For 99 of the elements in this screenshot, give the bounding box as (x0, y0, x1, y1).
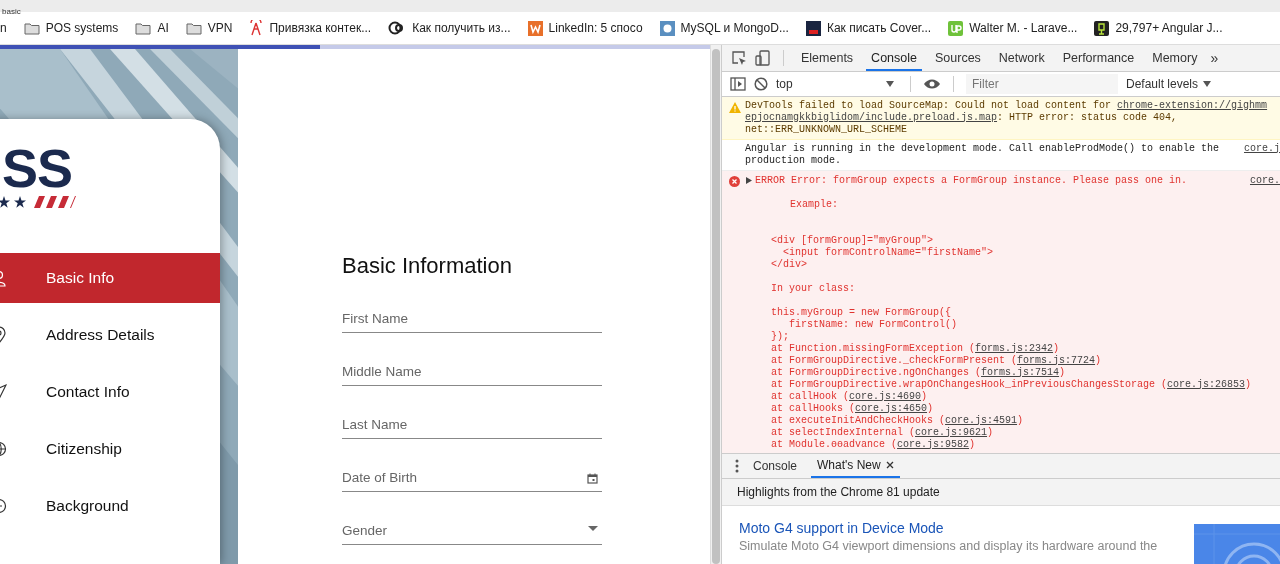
logo: SS (2, 145, 73, 191)
sidebar-item[interactable]: Contact Info (0, 367, 220, 417)
form-title: Basic Information (342, 253, 513, 279)
context-dropdown[interactable]: top (776, 76, 898, 91)
message-text: production mode. (745, 154, 841, 167)
source-link[interactable]: core. (1250, 174, 1280, 186)
inspect-icon[interactable] (731, 50, 747, 66)
input-field[interactable]: Last Name (342, 411, 602, 439)
folder-icon (185, 21, 202, 35)
site-icon (805, 20, 821, 36)
bookmark[interactable]: n (0, 21, 7, 35)
folder-icon (23, 21, 40, 35)
sidebar-toggle-icon[interactable] (730, 76, 746, 91)
source-link[interactable]: forms.js:2342 (975, 342, 1054, 354)
devtools-tab[interactable]: Memory (1147, 45, 1203, 71)
source-link[interactable]: core.js:9621 (915, 426, 988, 438)
bookmark[interactable]: Как писать Cover... (805, 20, 932, 36)
devtools-tab[interactable]: Elements (796, 45, 859, 71)
site-icon (527, 20, 543, 36)
drawer-tab[interactable]: Console (747, 454, 804, 478)
calendar-icon (587, 473, 598, 484)
error-text: Example: (789, 198, 839, 211)
bookmark[interactable]: 29,797+ Angular J... (1094, 20, 1223, 36)
bookmark[interactable]: MySQL и MongoD... (659, 20, 789, 36)
levels-dropdown[interactable]: Default levels (1126, 76, 1212, 91)
source-link[interactable]: forms.js:7514 (981, 366, 1060, 378)
expand-triangle-icon[interactable] (746, 177, 752, 185)
error-text: ERROR Error: formGroup expects a FormGroup instance. Please pass one in. (755, 174, 1188, 187)
code-line: </div> (770, 258, 808, 271)
close-icon[interactable] (885, 461, 894, 469)
message-text: DevTools failed to load SourceMap: Could not load content for (745, 99, 1113, 111)
devtools-tab[interactable]: Performance (1057, 45, 1140, 71)
input-field[interactable]: Date of Birth (342, 464, 602, 492)
highlights-heading: Highlights from the Chrome 81 update (722, 479, 1280, 506)
source-link[interactable]: core.js:4591 (945, 414, 1018, 426)
sidebar-item[interactable]: Background (0, 481, 220, 531)
devtools-tab[interactable]: Network (993, 45, 1050, 71)
stack-frame: at Function.missingFormException (forms.js:2342) (771, 342, 1060, 354)
bookmark[interactable]: POS systems (23, 21, 119, 35)
code-line: <div [formGroup]="myGroup"> (770, 234, 935, 247)
code-line: this.myGroup = new FormGroup({ (770, 306, 953, 319)
bookmark[interactable]: AI (135, 21, 169, 35)
source-link[interactable]: forms.js:7724 (1017, 354, 1096, 366)
message-text: : HTTP error: status code 404, (997, 111, 1178, 123)
stack-frame: at callHooks (core.js:4650) (771, 402, 934, 414)
dropdown-field[interactable]: Gender (342, 517, 602, 545)
dropdown-caret-icon (588, 526, 598, 531)
stack-frame: at FormGroupDirective._checkFormPresent (forms.js:7724) (771, 354, 1102, 366)
folder-icon (135, 21, 152, 35)
more-options-icon[interactable] (735, 459, 739, 473)
more-tabs-button[interactable]: » (1210, 50, 1219, 66)
bookmark[interactable]: Walter M. - Larave... (948, 20, 1078, 36)
scrollbar-thumb[interactable] (712, 49, 720, 564)
error-icon (729, 175, 740, 187)
source-link[interactable]: core.js:4650 (855, 402, 928, 414)
message-text: Angular is running in the development mode. Call enableProdMode() to enable the (745, 142, 1220, 155)
tab-title: basic (2, 6, 21, 17)
site-icon (659, 20, 675, 36)
sidebar-item[interactable]: Address Details (0, 310, 220, 360)
message-text: net::ERR_UNKNOWN_URL_SCHEME (745, 123, 908, 135)
source-link[interactable]: core.j (1244, 142, 1280, 154)
code-line: firstName: new FormControl() (788, 318, 959, 331)
filter-field[interactable]: Filter (966, 73, 1118, 94)
source-link[interactable]: chrome-extension://gighmm (1117, 99, 1268, 111)
stack-frame: at callHook (core.js:4690) (771, 390, 928, 402)
source-link[interactable]: core.js:9582 (897, 438, 970, 450)
source-link[interactable]: core.js:4690 (849, 390, 922, 402)
code-line: }); (770, 330, 790, 343)
bookmark[interactable]: LinkedIn: 5 спосо (527, 20, 643, 36)
input-field[interactable]: Middle Name (342, 358, 602, 386)
eye-icon[interactable] (923, 77, 941, 90)
warning-icon (729, 101, 741, 113)
stack-frame: at Module.ɵɵadvance (core.js:9582) (771, 438, 976, 450)
bookmark[interactable]: Привязка контек... (249, 20, 372, 36)
bookmark[interactable]: Как получить из... (388, 21, 511, 35)
input-field[interactable]: First Name (342, 305, 602, 333)
bookmark[interactable]: VPN (185, 21, 233, 35)
feature-description: Simulate Moto G4 viewport dimensions and display its hardware around the (739, 539, 1158, 553)
site-icon (948, 20, 964, 36)
sidebar-item[interactable]: Citizenship (0, 424, 220, 474)
source-link[interactable]: core.js:26853 (1167, 378, 1246, 390)
stack-frame: at FormGroupDirective.wrapOnChangesHook_inPreviousChangesStorage (core.js:26853) (771, 378, 1252, 390)
feature-link[interactable]: Moto G4 support in Device Mode (739, 520, 1158, 536)
stack-frame: at executeInitAndCheckHooks (core.js:4591) (771, 414, 1024, 426)
devtools-tab[interactable]: Console (866, 45, 922, 71)
stars-stripes-icon (0, 195, 76, 209)
radio-tower-icon (249, 20, 264, 36)
devtools-tab[interactable]: Sources (930, 45, 986, 71)
stack-frame: at selectIndexInternal (core.js:9621) (771, 426, 994, 438)
site-icon (1094, 20, 1110, 36)
sidebar-item[interactable]: Basic Info (0, 253, 220, 303)
code-line: <input formControlName="firstName"> (782, 246, 995, 259)
error-text: In your class: (770, 282, 856, 295)
caret-icon (886, 80, 894, 87)
clear-console-icon[interactable] (754, 76, 768, 91)
caret-icon (1203, 80, 1212, 87)
device-toolbar-icon[interactable] (755, 50, 771, 66)
source-link[interactable]: epjocnamgkkbiglidom/include.preload.js.map (745, 111, 998, 123)
stack-frame: at FormGroupDirective.ngOnChanges (forms.js:7514) (771, 366, 1066, 378)
